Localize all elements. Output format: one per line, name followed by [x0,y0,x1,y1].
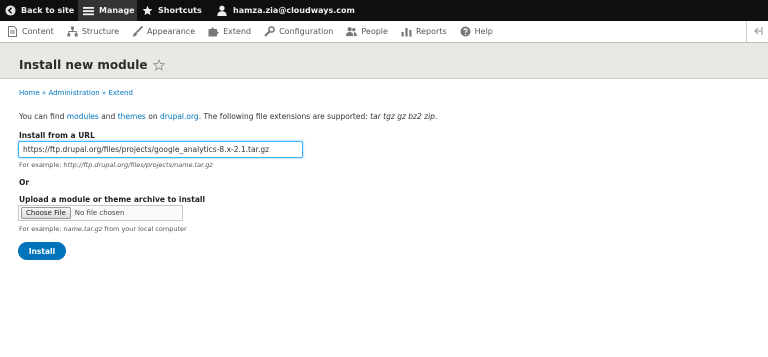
install-url-input[interactable]: https://ftp.drupal.org/files/projects/go… [18,141,303,158]
install-button[interactable]: Install [18,242,66,260]
back-to-site-label: Back to site [21,6,75,15]
back-arrow-icon [5,5,16,17]
back-to-site-link[interactable]: Back to site [0,0,78,21]
or-label: Or [19,178,30,187]
file-status-text: No file chosen [74,209,125,217]
user-icon [216,5,228,17]
url-field-label: Install from a URL [19,131,95,140]
upload-field-label: Upload a module or theme archive to inst… [19,195,206,204]
user-email-label: hamza.zia@cloudways.com [233,6,355,15]
bar-chart-icon [401,26,412,37]
star-icon [142,5,153,17]
tray-item-structure[interactable]: Structure [60,21,125,43]
tray-item-people[interactable]: People [339,21,394,43]
admin-toolbar: Back to site Manage Shortcuts hamza.zia@… [0,0,768,21]
tray-item-label: Reports [415,27,447,36]
tray-orientation-toggle[interactable] [746,21,768,42]
tray-item-label: Configuration [279,27,334,36]
tray-item-configuration[interactable]: Configuration [257,21,339,43]
url-field-hint: For example: http://ftp.drupal.org/files… [19,161,213,169]
page-header: Install new module [0,43,768,79]
hamburger-menu-icon [83,5,94,17]
tray-item-label: People [361,27,388,36]
document-icon [7,26,18,37]
tray-item-appearance[interactable]: Appearance [125,21,201,43]
collapse-tray-icon [752,26,763,38]
shortcuts-tab[interactable]: Shortcuts [137,0,206,21]
people-icon [346,26,358,37]
breadcrumb: Home » Administration » Extend [19,89,133,97]
tray-item-help[interactable]: Help [453,21,499,43]
tray-item-label: Appearance [147,27,196,36]
breadcrumb-administration[interactable]: Administration [48,89,99,97]
intro-text: You can find modules and themes on drupa… [19,112,438,121]
install-url-value: https://ftp.drupal.org/files/projects/go… [23,145,270,154]
page-title-text: Install new module [19,58,148,72]
tray-item-reports[interactable]: Reports [394,21,453,43]
modules-link[interactable]: modules [67,112,99,121]
upload-field-hint: For example: name.tar.gz from your local… [19,225,187,233]
manage-label: Manage [99,6,135,15]
page-title: Install new module [19,58,166,72]
upload-hint-example: name.tar.gz [63,225,103,233]
themes-link[interactable]: themes [118,112,146,121]
manage-tab[interactable]: Manage [78,0,137,21]
puzzle-icon [208,26,219,37]
tray-item-label: Extend [223,27,252,36]
wrench-icon [264,26,275,37]
add-shortcut-star-icon[interactable] [153,59,166,71]
admin-tray: Content Structure Appearance Extend Conf… [0,21,768,43]
tray-item-label: Structure [81,27,120,36]
shortcuts-label: Shortcuts [158,6,202,15]
tray-item-content[interactable]: Content [0,21,60,43]
choose-file-button[interactable]: Choose File [21,207,71,219]
tray-item-extend[interactable]: Extend [201,21,257,43]
help-icon [460,26,471,37]
user-account-tab[interactable]: hamza.zia@cloudways.com [206,0,361,21]
paintbrush-icon [132,26,144,37]
sitemap-icon [67,26,78,37]
breadcrumb-home[interactable]: Home [19,89,40,97]
breadcrumb-extend[interactable]: Extend [108,89,133,97]
drupal-org-link[interactable]: drupal.org [160,112,199,121]
tray-item-label: Content [22,27,54,36]
tray-item-label: Help [474,27,493,36]
upload-file-input[interactable]: Choose File No file chosen [18,205,183,221]
url-hint-example: http://ftp.drupal.org/files/projects/nam… [63,161,213,169]
supported-extensions: tar tgz gz bz2 zip [370,112,435,121]
